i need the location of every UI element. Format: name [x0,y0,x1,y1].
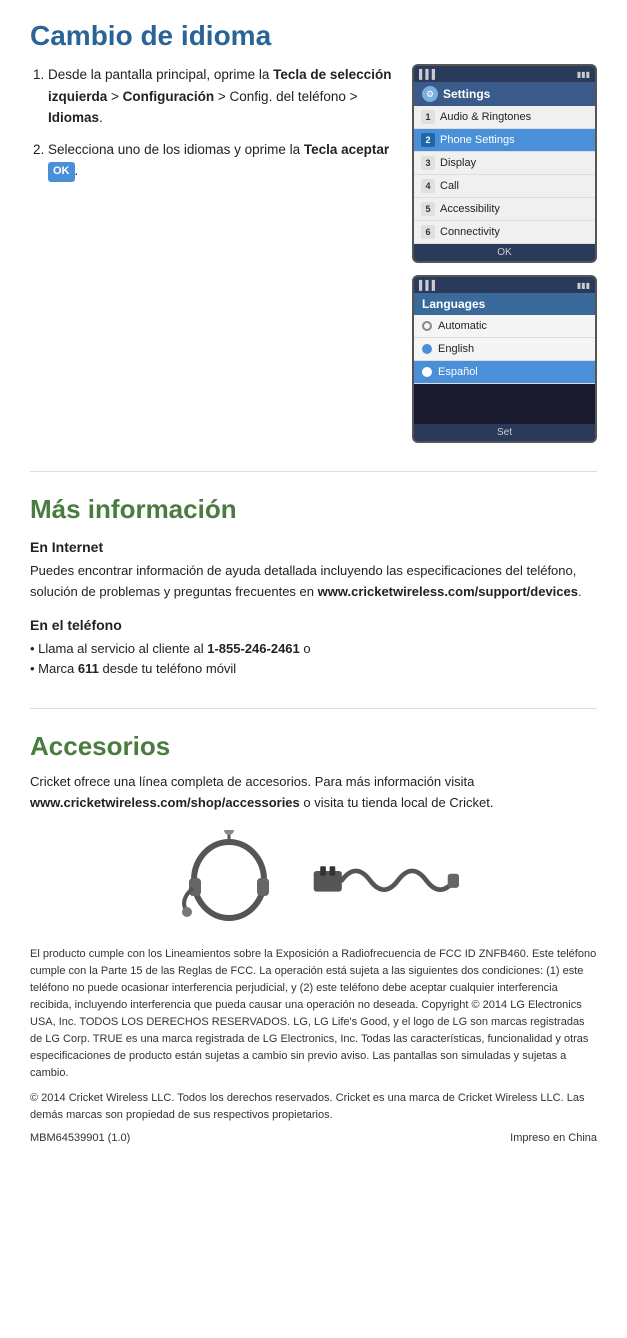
menu-label-display: Display [440,157,476,169]
menu-num-2: 2 [421,133,435,147]
lang-label-english: English [438,343,474,355]
instructions-col: Desde la pantalla principal, oprime la T… [30,64,396,443]
divider-1 [30,471,597,472]
step2-pre: Selecciona uno de los idiomas y oprime l… [48,142,304,157]
section-title-accesorios: Accesorios [30,731,597,762]
lang-label-automatic: Automatic [438,320,487,332]
battery-indicator-2: ▮▮▮ [577,281,590,290]
section-title-cambio: Cambio de idioma [30,20,597,52]
settings-footer: OK [414,244,595,261]
languages-list: Automatic English Español [414,315,595,384]
languages-footer: Set [414,424,595,441]
languages-screen: ▌▌▌ ▮▮▮ Languages Automatic [412,275,597,443]
phone-mockups: ▌▌▌ ▮▮▮ ⚙ Settings 1 Audio & Ringtones [412,64,597,443]
menu-label-connectivity: Connectivity [440,226,500,238]
lang-item-english[interactable]: English [414,338,595,361]
settings-header: ⚙ Settings [414,82,595,106]
step1-sep2: > Config. del teléfono > [214,89,357,104]
footer-line: MBM64539901 (1.0) Impreso en China [30,1132,597,1144]
phone-number-2: 611 [78,661,99,676]
step2-bold: Tecla aceptar [304,142,389,157]
step1-pre: Desde la pantalla principal, oprime la [48,67,273,82]
menu-label-accessibility: Accessibility [440,203,500,215]
step1-bold3: Idiomas [48,110,99,125]
step1-sep1: > [107,89,122,104]
menu-item-connectivity[interactable]: 6 Connectivity [414,221,595,244]
internet-subtitle: En Internet [30,539,597,555]
headset-image [169,830,289,930]
menu-item-display[interactable]: 3 Display [414,152,595,175]
radio-automatic [422,321,432,331]
copyright-text: © 2014 Cricket Wireless LLC. Todos los d… [30,1090,597,1124]
accesorios-section: Accesorios Cricket ofrece una línea comp… [30,731,597,930]
radio-english [422,344,432,354]
ok-badge: OK [48,162,75,182]
menu-num-4: 4 [421,179,435,193]
footer-right: Impreso en China [510,1132,597,1144]
menu-item-phone[interactable]: 2 Phone Settings [414,129,595,152]
step1-bold2: Configuración [123,89,215,104]
signal-icon-2: ▌▌▌ [419,280,438,290]
menu-item-audio[interactable]: 1 Audio & Ringtones [414,106,595,129]
mas-informacion-section: Más información En Internet Puedes encon… [30,494,597,680]
signal-icon: ▌▌▌ [419,69,438,79]
battery-indicator: ▮▮▮ [577,70,590,79]
settings-screen: ▌▌▌ ▮▮▮ ⚙ Settings 1 Audio & Ringtones [412,64,597,263]
menu-num-6: 6 [421,225,435,239]
menu-item-accessibility[interactable]: 5 Accessibility [414,198,595,221]
section-title-mas-info: Más información [30,494,597,525]
lang-item-automatic[interactable]: Automatic [414,315,595,338]
charger-image [309,840,459,930]
accesorios-link: www.cricketwireless.com/shop/accessories [30,795,300,810]
settings-menu: 1 Audio & Ringtones 2 Phone Settings 3 D… [414,106,595,244]
divider-2 [30,708,597,709]
radio-espanol [422,367,432,377]
lang-label-espanol: Español [438,366,478,378]
menu-item-call[interactable]: 4 Call [414,175,595,198]
accessories-images [30,830,597,930]
settings-title: Settings [443,87,490,101]
internet-link: www.cricketwireless.com/support/devices [318,584,578,599]
accesorios-text: Cricket ofrece una línea completa de acc… [30,772,597,814]
cambio-idioma-section: Cambio de idioma Desde la pantalla princ… [30,20,597,443]
menu-num-3: 3 [421,156,435,170]
menu-label-phone: Phone Settings [440,134,515,146]
internet-text: Puedes encontrar información de ayuda de… [30,561,597,603]
step-2: Selecciona uno de los idiomas y oprime l… [48,139,396,182]
lang-item-espanol[interactable]: Español [414,361,595,384]
phone-subtitle: En el teléfono [30,617,597,633]
fine-print-section: El producto cumple con los Lineamientos … [30,946,597,1144]
phone-number-1: 1-855-246-2461 [207,641,300,656]
menu-label-audio: Audio & Ringtones [440,111,531,123]
footer-left: MBM64539901 (1.0) [30,1132,130,1144]
step-1: Desde la pantalla principal, oprime la T… [48,64,396,129]
languages-title: Languages [422,297,485,311]
status-bar-1: ▌▌▌ ▮▮▮ [414,66,595,82]
menu-label-call: Call [440,180,459,192]
fine-print-text: El producto cumple con los Lineamientos … [30,946,597,1082]
status-bar-2: ▌▌▌ ▮▮▮ [414,277,595,293]
menu-num-1: 1 [421,110,435,124]
languages-header: Languages [414,293,595,315]
gear-icon: ⚙ [422,86,438,102]
menu-num-5: 5 [421,202,435,216]
phone-text: • Llama al servicio al cliente al 1-855-… [30,639,597,681]
